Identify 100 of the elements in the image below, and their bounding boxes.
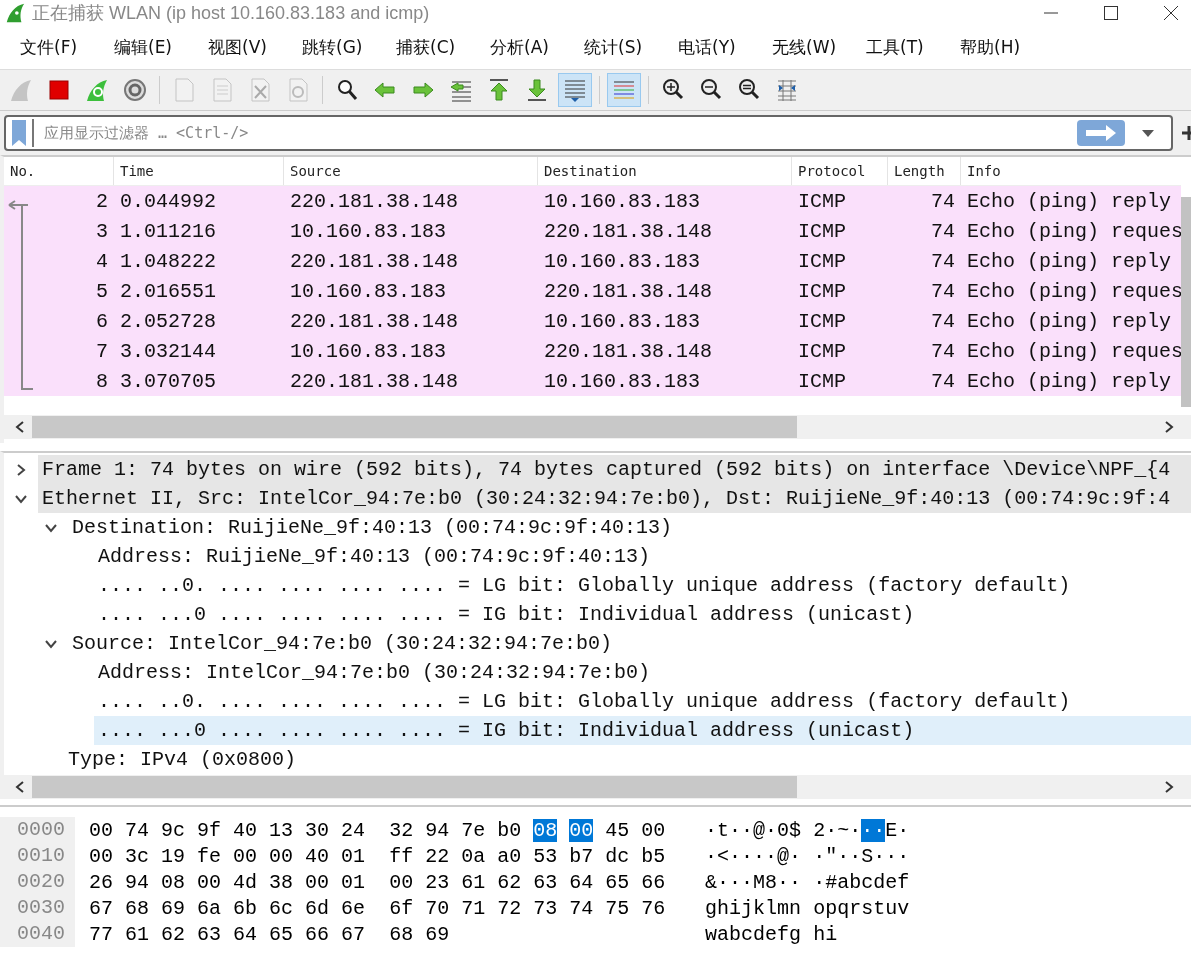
menu-item[interactable]: 统计(S)	[584, 35, 678, 59]
hex-byte[interactable]: 23	[425, 870, 450, 894]
hex-byte[interactable]: dc	[605, 844, 630, 868]
ascii-char[interactable]: ·	[717, 870, 730, 894]
ascii-char[interactable]: h	[717, 896, 730, 920]
ascii-char[interactable]: c	[741, 922, 754, 946]
tree-item[interactable]: .... ...0 .... .... .... .... = IG bit: Individual address (unicast)	[94, 716, 1191, 745]
ascii-char[interactable]: p	[825, 896, 838, 920]
hex-byte[interactable]: 9c	[161, 818, 186, 842]
column-header[interactable]: Protocol	[792, 157, 888, 185]
hex-byte[interactable]: b7	[569, 844, 594, 868]
hex-byte[interactable]: 3c	[125, 844, 150, 868]
hex-byte[interactable]: 9f	[197, 818, 222, 842]
ascii-char[interactable]: &	[705, 870, 717, 894]
ascii-char[interactable]: ·	[765, 844, 778, 868]
ascii-char[interactable]: d	[873, 870, 886, 894]
ascii-char[interactable]: ·	[741, 818, 754, 842]
ascii-char[interactable]: c	[861, 870, 874, 894]
hex-byte[interactable]: 61	[461, 870, 486, 894]
ascii-char[interactable]: f	[777, 922, 790, 946]
ascii-char[interactable]: ·	[813, 844, 826, 868]
ascii-char[interactable]: e	[885, 870, 898, 894]
hex-byte[interactable]: 68	[389, 922, 414, 946]
ascii-char[interactable]: r	[849, 896, 862, 920]
ascii-char[interactable]: ·	[777, 870, 790, 894]
hex-byte[interactable]: 6d	[305, 896, 330, 920]
column-header[interactable]: Length	[888, 157, 961, 185]
hex-byte[interactable]: 68	[125, 896, 150, 920]
hex-byte[interactable]: 32	[389, 818, 414, 842]
ascii-char[interactable]: ·	[741, 870, 754, 894]
hex-byte[interactable]: a0	[497, 844, 522, 868]
ascii-char[interactable]: t	[717, 818, 730, 842]
packet-row[interactable]: 4 1.048222 220.181.38.148 10.160.83.183 ICMP 74 Echo (ping) reply	[4, 246, 1181, 276]
hex-byte[interactable]: 76	[641, 896, 666, 920]
menu-item[interactable]: 捕获(C)	[396, 35, 490, 59]
packet-row[interactable]: 8 3.070705 220.181.38.148 10.160.83.183 ICMP 74 Echo (ping) reply	[4, 366, 1181, 396]
hex-byte[interactable]: 00	[89, 818, 113, 842]
ascii-char[interactable]: o	[813, 896, 826, 920]
ascii-char[interactable]: ·	[753, 844, 766, 868]
ascii-char[interactable]: ·	[705, 844, 717, 868]
tree-item[interactable]: Address: RuijieNe_9f:40:13 (00:74:9c:9f:40:13)	[94, 542, 651, 571]
ascii-char[interactable]: ·	[813, 870, 826, 894]
ascii-char[interactable]: ·	[729, 844, 742, 868]
hex-byte[interactable]: 66	[641, 870, 666, 894]
hex-byte[interactable]: 64	[233, 922, 258, 946]
hex-byte[interactable]: 00	[569, 818, 594, 842]
ascii-char[interactable]: m	[777, 896, 790, 920]
hex-byte[interactable]: 19	[161, 844, 186, 868]
column-header[interactable]: Source	[284, 157, 538, 185]
ascii-char[interactable]: S	[861, 844, 874, 868]
hex-byte[interactable]: 63	[197, 922, 222, 946]
hex-byte[interactable]: 69	[161, 896, 186, 920]
tree-item[interactable]: Ethernet II, Src: IntelCor_94:7e:b0 (30:24:32:94:7e:b0), Dst: RuijieNe_9f:40:13 (00:74:9c:9f:4	[38, 484, 1191, 513]
ascii-char[interactable]: a	[717, 922, 730, 946]
ascii-char[interactable]: 2	[813, 818, 826, 842]
ascii-char[interactable]: ·	[789, 870, 802, 894]
scroll-left-icon[interactable]	[14, 420, 26, 434]
ascii-char[interactable]: s	[861, 896, 874, 920]
menu-item[interactable]: 文件(F)	[20, 35, 114, 59]
scrollbar-thumb[interactable]	[32, 776, 797, 798]
ascii-char[interactable]: a	[837, 870, 850, 894]
hex-byte[interactable]: 71	[461, 896, 486, 920]
menu-item[interactable]: 无线(W)	[772, 35, 866, 59]
hex-byte[interactable]: 00	[389, 870, 414, 894]
hex-byte[interactable]: 01	[341, 870, 366, 894]
ascii-char[interactable]: h	[813, 922, 826, 946]
ascii-char[interactable]: ·	[765, 818, 778, 842]
hex-byte[interactable]: 67	[89, 896, 113, 920]
column-header[interactable]: Destination	[538, 157, 792, 185]
hex-byte[interactable]: b0	[497, 818, 522, 842]
ascii-char[interactable]: ·	[837, 844, 850, 868]
close-icon[interactable]	[1163, 4, 1179, 21]
ascii-char[interactable]: b	[729, 922, 742, 946]
column-header[interactable]: No.	[4, 157, 114, 185]
hex-byte[interactable]: 01	[341, 844, 366, 868]
ascii-char[interactable]: ·	[885, 844, 898, 868]
ascii-char[interactable]: q	[837, 896, 850, 920]
packet-row[interactable]: 5 2.016551 10.160.83.183 220.181.38.148 ICMP 74 Echo (ping) reques	[4, 276, 1181, 306]
maximize-icon[interactable]	[1103, 4, 1119, 21]
ascii-char[interactable]: g	[789, 922, 802, 946]
hex-byte[interactable]: 62	[497, 870, 522, 894]
hex-byte[interactable]: 66	[305, 922, 330, 946]
hex-byte[interactable]: 53	[533, 844, 558, 868]
hex-byte[interactable]: 65	[269, 922, 294, 946]
menu-item[interactable]: 编辑(E)	[114, 35, 208, 59]
hex-byte[interactable]: 94	[125, 870, 150, 894]
packet-row[interactable]: 6 2.052728 220.181.38.148 10.160.83.183 ICMP 74 Echo (ping) reply	[4, 306, 1181, 336]
menu-item[interactable]: 跳转(G)	[302, 35, 396, 59]
tree-item[interactable]: Frame 1: 74 bytes on wire (592 bits), 74 bytes captured (592 bits) on interface \Device\NPF_{4	[38, 455, 1191, 484]
hex-byte[interactable]: 69	[425, 922, 450, 946]
tree-item[interactable]: .... ..0. .... .... .... .... = LG bit: Globally unique address (factory default)	[94, 571, 1071, 600]
hex-byte[interactable]: 00	[197, 870, 222, 894]
ascii-char[interactable]: @	[777, 844, 790, 868]
hex-byte[interactable]: 7e	[461, 818, 486, 842]
hex-byte[interactable]: 6e	[341, 896, 366, 920]
column-header[interactable]: Info	[961, 157, 1181, 185]
packet-row[interactable]: 3 1.011216 10.160.83.183 220.181.38.148 ICMP 74 Echo (ping) reques	[4, 216, 1181, 246]
ascii-char[interactable]: w	[705, 922, 717, 946]
hex-byte[interactable]: b5	[641, 844, 666, 868]
ascii-char[interactable]: $	[789, 818, 802, 842]
